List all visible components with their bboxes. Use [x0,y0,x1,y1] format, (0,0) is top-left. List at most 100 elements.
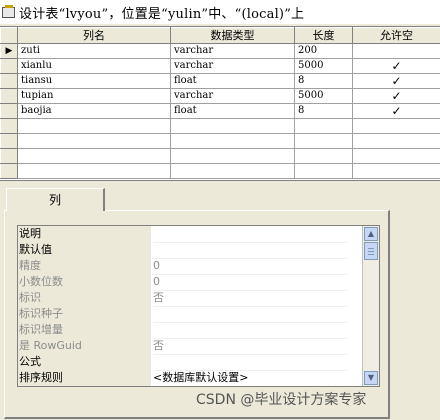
property-value[interactable] [153,226,348,243]
empty-cell[interactable] [17,133,171,149]
empty-cell[interactable] [17,148,171,164]
property-row-precision: 精度 0 [18,258,379,275]
property-row-default-value[interactable]: 默认值 [18,242,379,259]
property-row-collation[interactable]: 排序规则 <数据库默认设置> [18,370,379,386]
property-label: 是 RowGuid [19,339,82,352]
cell-length[interactable]: 5000 [294,88,353,104]
table-row-empty[interactable] [0,163,440,179]
row-selector[interactable] [0,103,18,119]
cell-data-type[interactable]: float [170,73,295,89]
cell-column-name[interactable]: tupian [17,88,171,104]
row-selector[interactable] [0,88,18,104]
row-selector[interactable] [0,118,18,134]
table-row[interactable]: tiansu float 8 ✓ [0,73,440,89]
empty-cell[interactable] [294,148,353,164]
column-grid[interactable]: 列名 数据类型 长度 允许空 ▶ zuti varchar 200 xianlu… [0,26,440,181]
cell-length[interactable]: 8 [294,103,353,119]
cell-allow-null[interactable]: ✓ [352,103,440,119]
property-label: 公式 [19,355,41,368]
watermark: CSDN @毕业设计方案专家 [196,392,367,408]
property-label: 精度 [19,259,41,272]
property-value: 否 [153,338,348,355]
cell-allow-null[interactable] [352,43,440,59]
empty-cell[interactable] [352,118,440,134]
property-row-identity-increment: 标识增量 [18,322,379,339]
header-length[interactable]: 长度 [294,27,353,44]
property-value[interactable] [153,354,348,371]
header-allow-null[interactable]: 允许空 [352,27,440,44]
cell-column-name[interactable]: tiansu [17,73,171,89]
header-column-name[interactable]: 列名 [17,27,171,44]
cell-allow-null[interactable]: ✓ [352,88,440,104]
property-label: 说明 [19,227,41,240]
empty-cell[interactable] [294,133,353,149]
table-row-empty[interactable] [0,133,440,149]
row-selector[interactable]: ▶ [0,43,18,59]
row-selector[interactable] [0,73,18,89]
vertical-scrollbar[interactable]: ▲ ▼ [362,226,379,386]
window-title-bar: 设计表“lvyou”，位置是“yulin”中、“(local)”上 [0,0,440,24]
property-value[interactable] [153,242,348,259]
cell-data-type[interactable]: varchar [170,43,295,59]
property-label: 标识 [19,291,41,304]
empty-cell[interactable] [170,118,295,134]
cell-allow-null[interactable]: ✓ [352,58,440,74]
empty-cell[interactable] [170,163,295,179]
property-label: 排序规则 [19,371,63,384]
property-value[interactable]: <数据库默认设置> [153,370,348,386]
table-row[interactable]: xianlu varchar 5000 ✓ [0,58,440,74]
current-row-indicator-icon: ▶ [5,46,13,56]
empty-cell[interactable] [17,163,171,179]
scroll-thumb[interactable] [364,242,378,260]
table-row-empty[interactable] [0,118,440,134]
property-row-rowguid: 是 RowGuid 否 [18,338,379,355]
property-row-identity: 标识 否 [18,290,379,307]
property-label: 标识种子 [19,307,63,320]
cell-length[interactable]: 200 [294,43,353,59]
property-label: 默认值 [19,243,52,256]
row-selector[interactable] [0,58,18,74]
property-value: 否 [153,290,348,307]
property-row-formula[interactable]: 公式 [18,354,379,371]
property-label: 小数位数 [19,275,63,288]
empty-cell[interactable] [352,148,440,164]
header-data-type[interactable]: 数据类型 [170,27,295,44]
empty-cell[interactable] [294,163,353,179]
empty-cell[interactable] [352,133,440,149]
grid-header-row: 列名 数据类型 长度 允许空 [0,27,440,44]
property-value: 0 [153,274,348,291]
property-value [153,322,348,339]
cell-data-type[interactable]: varchar [170,58,295,74]
scroll-up-icon[interactable]: ▲ [364,227,378,241]
table-row[interactable]: ▶ zuti varchar 200 [0,43,440,59]
row-selector[interactable] [0,133,18,149]
cell-allow-null[interactable]: ✓ [352,73,440,89]
table-design-icon [2,5,16,19]
property-row-scale: 小数位数 0 [18,274,379,291]
scroll-down-icon[interactable]: ▼ [364,371,378,385]
cell-data-type[interactable]: float [170,103,295,119]
cell-data-type[interactable]: varchar [170,88,295,104]
table-row[interactable]: baojia float 8 ✓ [0,103,440,119]
empty-cell[interactable] [170,133,295,149]
empty-cell[interactable] [170,148,295,164]
table-row[interactable]: tupian varchar 5000 ✓ [0,88,440,104]
property-value [153,306,348,323]
cell-column-name[interactable]: baojia [17,103,171,119]
empty-cell[interactable] [352,163,440,179]
window-title: 设计表“lvyou”，位置是“yulin”中、“(local)”上 [19,6,305,22]
property-row-description[interactable]: 说明 [18,226,379,243]
empty-cell[interactable] [294,118,353,134]
empty-cell[interactable] [17,118,171,134]
property-list[interactable]: 说明 默认值 精度 0 小数位数 0 标识 否 标识种子 标识增量 是 RowG… [17,225,380,387]
cell-length[interactable]: 8 [294,73,353,89]
cell-column-name[interactable]: xianlu [17,58,171,74]
cell-column-name[interactable]: zuti [17,43,171,59]
row-selector[interactable] [0,148,18,164]
row-selector-header [0,27,18,44]
tab-columns[interactable]: 列 [6,188,105,211]
property-row-identity-seed: 标识种子 [18,306,379,323]
row-selector[interactable] [0,163,18,179]
table-row-empty[interactable] [0,148,440,164]
cell-length[interactable]: 5000 [294,58,353,74]
